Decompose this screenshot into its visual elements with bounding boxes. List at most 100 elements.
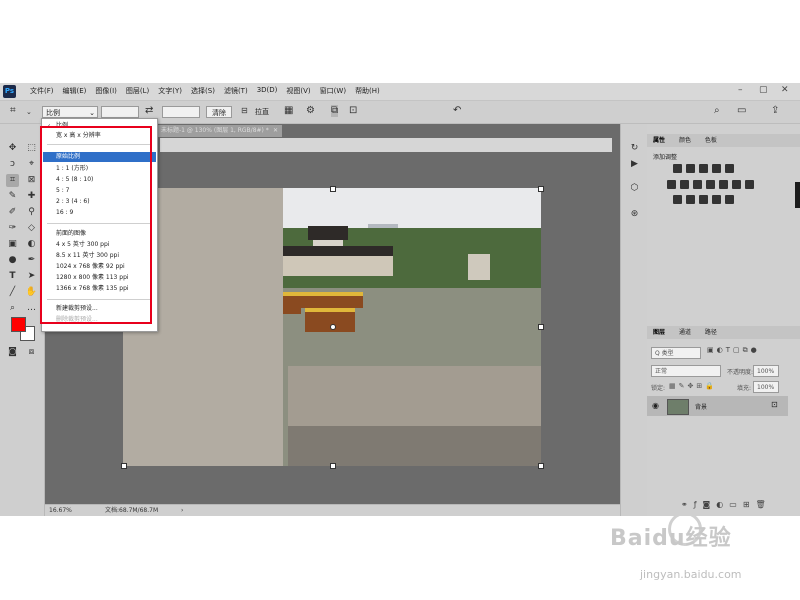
fill-input[interactable]: 100% <box>753 381 779 393</box>
width-input[interactable] <box>101 106 139 118</box>
opacity-input[interactable]: 100% <box>753 365 779 377</box>
delete-cropped-icon[interactable]: ⧉ <box>331 105 339 117</box>
levels-icon[interactable] <box>686 164 695 173</box>
ratio-select[interactable]: 比例 ⌄ <box>42 106 98 118</box>
invert-icon[interactable] <box>745 180 754 189</box>
document-tab[interactable]: 未标题-1 @ 130% (图层 1, RGB/8#) * ✕ <box>155 125 282 137</box>
blend-mode-select[interactable]: 正常 <box>651 365 721 377</box>
share-icon[interactable]: ⇪ <box>771 105 779 117</box>
menu-item[interactable]: 窗口(W) <box>320 86 346 96</box>
crop-handle-bottom-right[interactable] <box>538 463 544 469</box>
posterize-icon[interactable] <box>673 195 682 204</box>
clone-stamp-icon[interactable]: ⚲ <box>25 206 38 219</box>
crop-tool-icon[interactable]: ⌗ <box>10 105 16 117</box>
blur-icon[interactable]: ◐ <box>25 238 38 251</box>
marquee-tool-icon[interactable]: ⬚ <box>25 142 38 155</box>
panel-collapse-handle[interactable] <box>795 182 800 208</box>
eraser-icon[interactable]: ◇ <box>25 222 38 235</box>
straighten-icon[interactable]: ⊟ <box>241 105 248 117</box>
foreground-color-swatch[interactable] <box>11 317 26 332</box>
undo-icon[interactable]: ↶ <box>453 105 461 117</box>
tab-paths[interactable]: 路径 <box>705 329 717 336</box>
chevron-right-icon[interactable]: › <box>181 505 183 516</box>
3d-icon[interactable]: ⬡ <box>628 182 641 195</box>
menu-item[interactable]: 图像(I) <box>95 86 117 96</box>
exposure-icon[interactable] <box>712 164 721 173</box>
crop-handle-top[interactable] <box>330 186 336 192</box>
menu-item[interactable]: 文字(Y) <box>158 86 182 96</box>
layer-filter-select[interactable]: Q 类型 <box>651 347 701 359</box>
frame-tool-icon[interactable]: ⊠ <box>25 174 38 187</box>
pen-tool-icon[interactable]: ✒ <box>25 254 38 267</box>
menu-item[interactable]: 3D(D) <box>257 86 278 96</box>
layer-row-background[interactable]: ◉ 背景 ⊡ <box>647 396 788 416</box>
line-tool-icon[interactable]: ╱ <box>6 286 19 299</box>
layer-action-icons[interactable]: ⚭ƒ◙◐▭⊞🗑 <box>681 500 772 509</box>
healing-brush-icon[interactable]: ✚ <box>25 190 38 203</box>
content-aware-icon[interactable]: ⊡ <box>349 105 357 117</box>
history-icon[interactable]: ↻ <box>628 142 641 155</box>
tab-channels[interactable]: 通道 <box>679 329 691 336</box>
quick-select-icon[interactable]: ⌖ <box>25 158 38 171</box>
menu-item[interactable]: 图层(L) <box>126 86 149 96</box>
layer-filter-icons[interactable]: ▣◐T▢⧉● <box>707 346 760 355</box>
vibrance-icon[interactable] <box>725 164 734 173</box>
eyedropper-icon[interactable]: ✎ <box>6 190 19 203</box>
zoom-level[interactable]: 16.67% <box>49 505 72 516</box>
chevron-down-icon[interactable]: ⌄ <box>26 106 32 118</box>
crop-handle-bottom[interactable] <box>330 463 336 469</box>
menu-item[interactable]: 视图(V) <box>286 86 310 96</box>
quick-mask-icon[interactable]: ◙ <box>6 346 19 359</box>
crop-handle-top-right[interactable] <box>538 186 544 192</box>
black-white-icon[interactable] <box>693 180 702 189</box>
straighten-label[interactable]: 拉直 <box>255 107 269 117</box>
path-select-icon[interactable]: ➤ <box>25 270 38 283</box>
menu-item[interactable]: 选择(S) <box>191 86 215 96</box>
menu-item[interactable]: 编辑(E) <box>63 86 87 96</box>
tab-layers[interactable]: 图层 <box>653 329 665 336</box>
color-balance-icon[interactable] <box>680 180 689 189</box>
gradient-map-icon[interactable] <box>699 195 708 204</box>
gradient-icon[interactable]: ▣ <box>6 238 19 251</box>
photo-filter-icon[interactable] <box>706 180 715 189</box>
minimize-icon[interactable]: – <box>738 85 743 95</box>
clear-button[interactable]: 清除 <box>206 106 232 118</box>
lock-icons[interactable]: ▦✎✥⊞🔒 <box>669 382 717 390</box>
canvas-image[interactable] <box>123 188 541 466</box>
grid-overlay-icon[interactable]: ▦ <box>284 105 293 117</box>
adjust-icon[interactable]: ⊛ <box>628 208 641 221</box>
tab-properties[interactable]: 属性 <box>653 137 665 144</box>
brush-tool-icon[interactable]: ✐ <box>6 206 19 219</box>
search-icon[interactable]: ⌕ <box>714 105 720 117</box>
curves-icon[interactable] <box>699 164 708 173</box>
more-tools-icon[interactable]: … <box>25 302 38 315</box>
gear-icon[interactable]: ⚙ <box>306 105 315 117</box>
tab-color[interactable]: 颜色 <box>679 137 691 144</box>
channel-mixer-icon[interactable] <box>719 180 728 189</box>
crop-tool-icon[interactable]: ⌗ <box>6 174 19 187</box>
screen-mode-icon[interactable]: ⧈ <box>25 346 38 359</box>
swap-icon[interactable]: ⇄ <box>145 105 153 117</box>
color-lookup-icon[interactable] <box>732 180 741 189</box>
close-icon[interactable]: ✕ <box>273 125 278 137</box>
tab-swatches[interactable]: 色板 <box>705 137 717 144</box>
selective-color-icon[interactable] <box>712 195 721 204</box>
crop-center-handle[interactable] <box>330 324 336 330</box>
dodge-icon[interactable]: ● <box>6 254 19 267</box>
maximize-icon[interactable]: ▢ <box>759 85 768 95</box>
menu-item[interactable]: 滤镜(T) <box>224 86 248 96</box>
actions-play-icon[interactable]: ▶ <box>628 158 641 171</box>
crop-handle-bottom-left[interactable] <box>121 463 127 469</box>
hand-tool-icon[interactable]: ✋ <box>25 286 38 299</box>
threshold-icon[interactable] <box>686 195 695 204</box>
height-input[interactable] <box>162 106 200 118</box>
hue-saturation-icon[interactable] <box>667 180 676 189</box>
move-tool-icon[interactable]: ✥ <box>6 142 19 155</box>
lasso-tool-icon[interactable]: ↄ <box>6 158 19 171</box>
menu-item[interactable]: 文件(F) <box>30 86 54 96</box>
workspace-icon[interactable]: ▭ <box>737 105 746 117</box>
zoom-tool-icon[interactable]: ⌕ <box>6 302 19 315</box>
menu-item[interactable]: 帮助(H) <box>355 86 380 96</box>
history-brush-icon[interactable]: ✑ <box>6 222 19 235</box>
type-tool-icon[interactable]: T <box>6 270 19 283</box>
